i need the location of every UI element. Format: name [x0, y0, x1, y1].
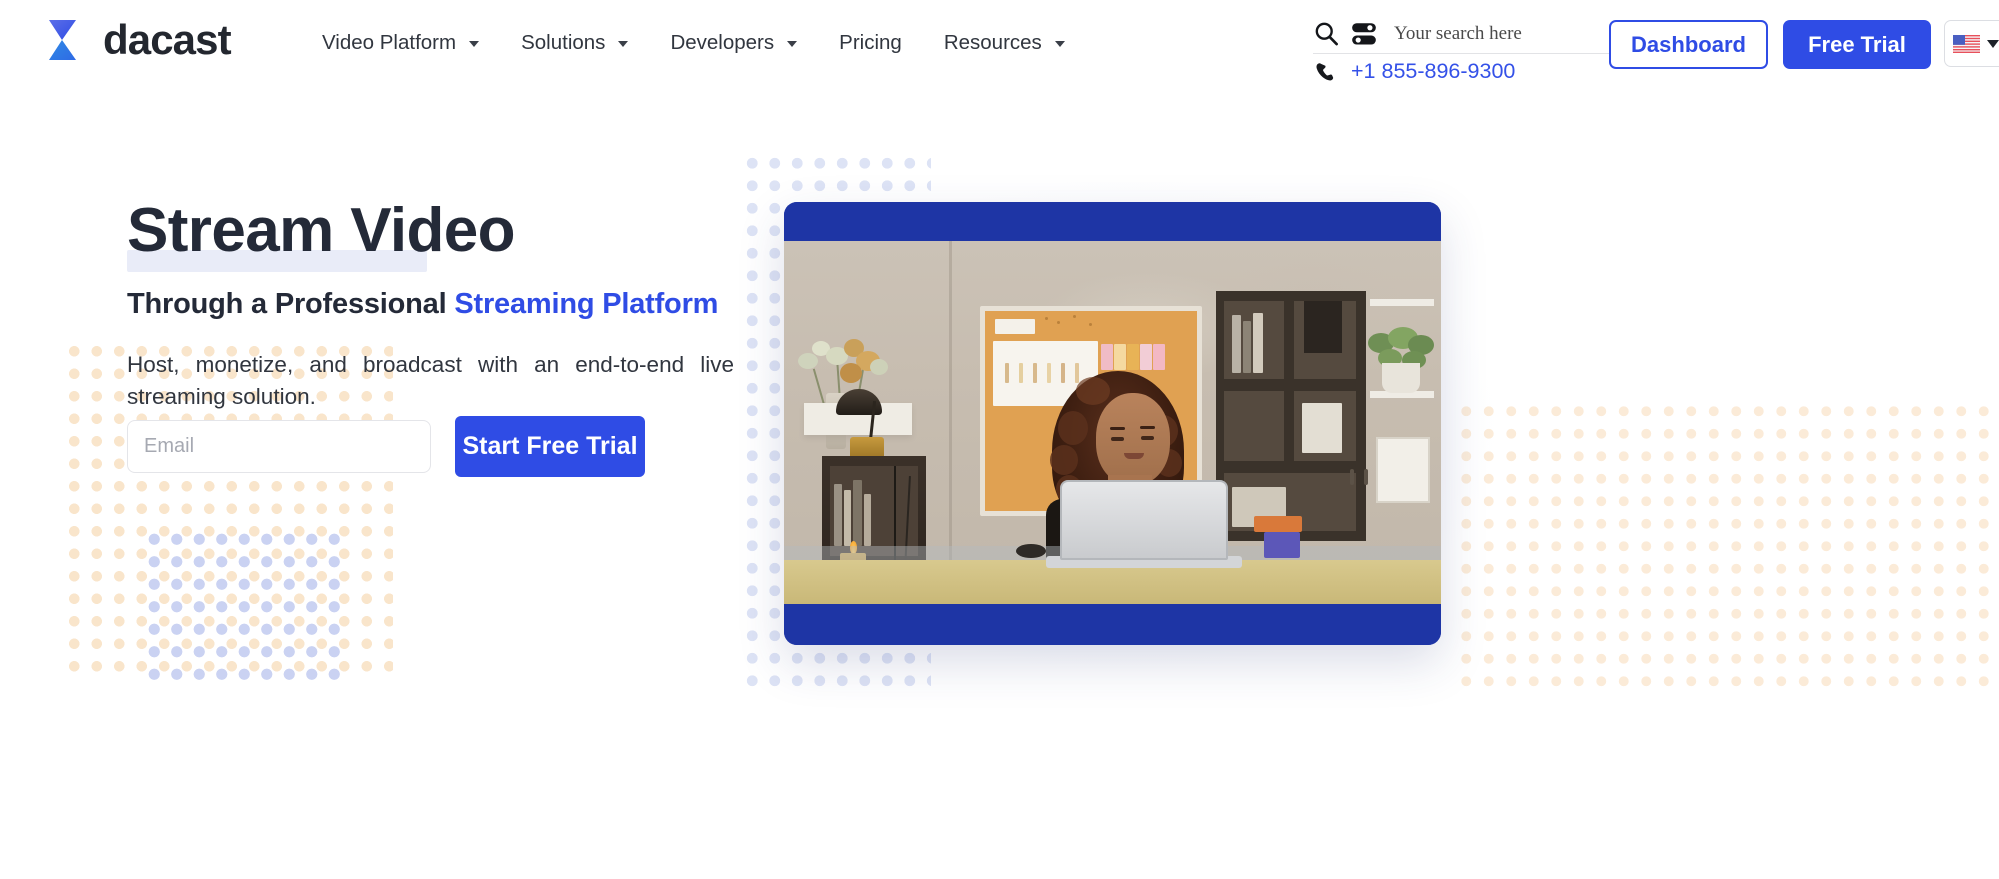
dacast-chevron-logo-icon [49, 20, 76, 60]
chevron-down-icon [1054, 41, 1065, 48]
hero-title-text: Stream Video [127, 196, 516, 265]
nav-item-pricing[interactable]: Pricing [825, 31, 916, 54]
nav-label: Resources [943, 31, 1042, 54]
hero-subtitle: Through a Professional Streaming Platfor… [127, 286, 887, 322]
email-input[interactable] [127, 420, 431, 473]
phone-number-link[interactable]: +1 855-896-9300 [1351, 61, 1515, 83]
us-flag-icon [1953, 34, 1980, 53]
site-header: dacast Video Platform Solutions Develope… [0, 0, 1999, 98]
player-top-bar [784, 202, 1441, 241]
search-input[interactable] [1394, 22, 1604, 45]
chevron-down-icon [469, 41, 480, 48]
nav-item-developers[interactable]: Developers [656, 31, 811, 54]
video-scene-image [784, 241, 1441, 604]
search-icon[interactable] [1313, 20, 1340, 47]
nav-item-resources[interactable]: Resources [930, 31, 1079, 54]
nav-item-video-platform[interactable]: Video Platform [322, 31, 493, 54]
nav-label: Developers [670, 31, 775, 54]
video-stage [784, 241, 1441, 604]
person-face [1096, 393, 1170, 485]
nav-label: Pricing [839, 31, 902, 54]
nav-label: Solutions [521, 31, 606, 54]
logo[interactable]: dacast [46, 16, 232, 63]
main-nav: Video Platform Solutions Developers Pric… [322, 31, 1079, 54]
laptop [1060, 480, 1228, 560]
page-root: dacast Video Platform Solutions Develope… [0, 0, 1999, 879]
free-trial-button[interactable]: Free Trial [1783, 20, 1931, 69]
start-free-trial-button[interactable]: Start Free Trial [455, 416, 645, 477]
hero-subtitle-accent[interactable]: Streaming Platform [454, 288, 718, 320]
shelving-unit [1216, 291, 1366, 541]
search-bar[interactable] [1313, 14, 1619, 54]
chevron-down-icon [1987, 39, 1999, 48]
filter-toggle-icon[interactable] [1350, 21, 1378, 47]
chevron-down-icon [618, 41, 629, 48]
phone-icon [1316, 63, 1334, 81]
decorative-dot-grid-blue [143, 528, 343, 688]
page-title: Stream Video [127, 196, 516, 272]
nav-label: Video Platform [322, 31, 457, 54]
hero-copy: Stream Video Through a Professional Stre… [127, 196, 887, 412]
dashboard-button[interactable]: Dashboard [1609, 20, 1768, 69]
phone-contact[interactable]: +1 855-896-9300 [1313, 60, 1515, 84]
hero-subtitle-plain: Through a Professional [127, 288, 455, 321]
player-bottom-bar[interactable] [784, 604, 1441, 645]
chevron-down-icon [787, 41, 798, 48]
hero-description: Host, monetize, and broadcast with an en… [127, 351, 734, 409]
nav-item-solutions[interactable]: Solutions [507, 31, 642, 54]
logo-text: dacast [103, 16, 232, 63]
language-selector[interactable] [1944, 20, 1999, 67]
decorative-dot-grid-peach-right [1455, 400, 1999, 690]
signup-form: Start Free Trial [127, 416, 645, 477]
video-player-card[interactable] [784, 202, 1441, 645]
